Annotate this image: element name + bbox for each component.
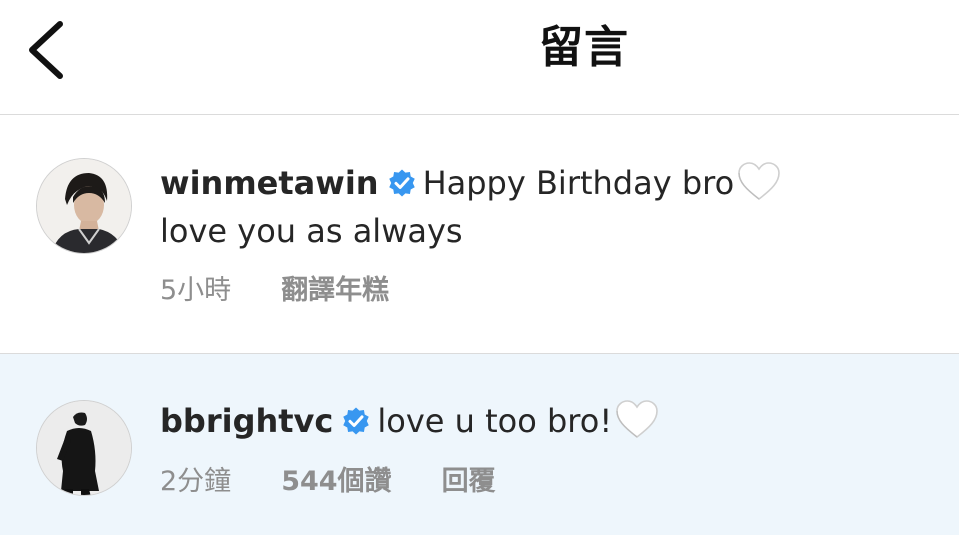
verified-badge-icon: [343, 407, 370, 435]
comment-meta-row: 2分鐘 544個讚 回覆: [160, 464, 496, 500]
white-heart-emoji-icon: [738, 162, 780, 201]
comment-username[interactable]: bbrightvc: [160, 402, 333, 440]
page-title: 留言: [539, 22, 629, 73]
likes-count[interactable]: 544個讚: [281, 464, 391, 500]
avatar[interactable]: [36, 158, 132, 254]
comment-text-block: winmetawin Happy Birthday bro love you a…: [160, 159, 939, 255]
verified-badge-icon: [388, 169, 415, 197]
reply-button[interactable]: 回覆: [442, 464, 496, 500]
comment-text-line2: love you as always: [160, 212, 463, 250]
comment-item: winmetawin Happy Birthday bro love you a…: [0, 115, 959, 354]
comment-item-highlighted: bbrightvc love u too bro! 2分鐘 544個讚 回覆: [0, 354, 959, 535]
comment-text: Happy Birthday bro: [422, 164, 735, 202]
translate-button[interactable]: 翻譯年糕: [281, 273, 389, 309]
white-heart-emoji-icon: [616, 400, 658, 439]
profile-photo: [37, 401, 131, 495]
avatar[interactable]: [36, 400, 132, 496]
comment-timestamp: 2分鐘: [160, 466, 232, 497]
comment-text-block: bbrightvc love u too bro!: [160, 397, 939, 445]
comment-timestamp: 5小時: [160, 275, 232, 306]
profile-photo: [37, 159, 131, 253]
comment-text: love u too bro!: [377, 402, 613, 440]
comment-meta-row: 5小時 翻譯年糕: [160, 273, 389, 309]
top-nav-bar: 留言: [0, 0, 959, 115]
comment-username[interactable]: winmetawin: [160, 164, 379, 202]
